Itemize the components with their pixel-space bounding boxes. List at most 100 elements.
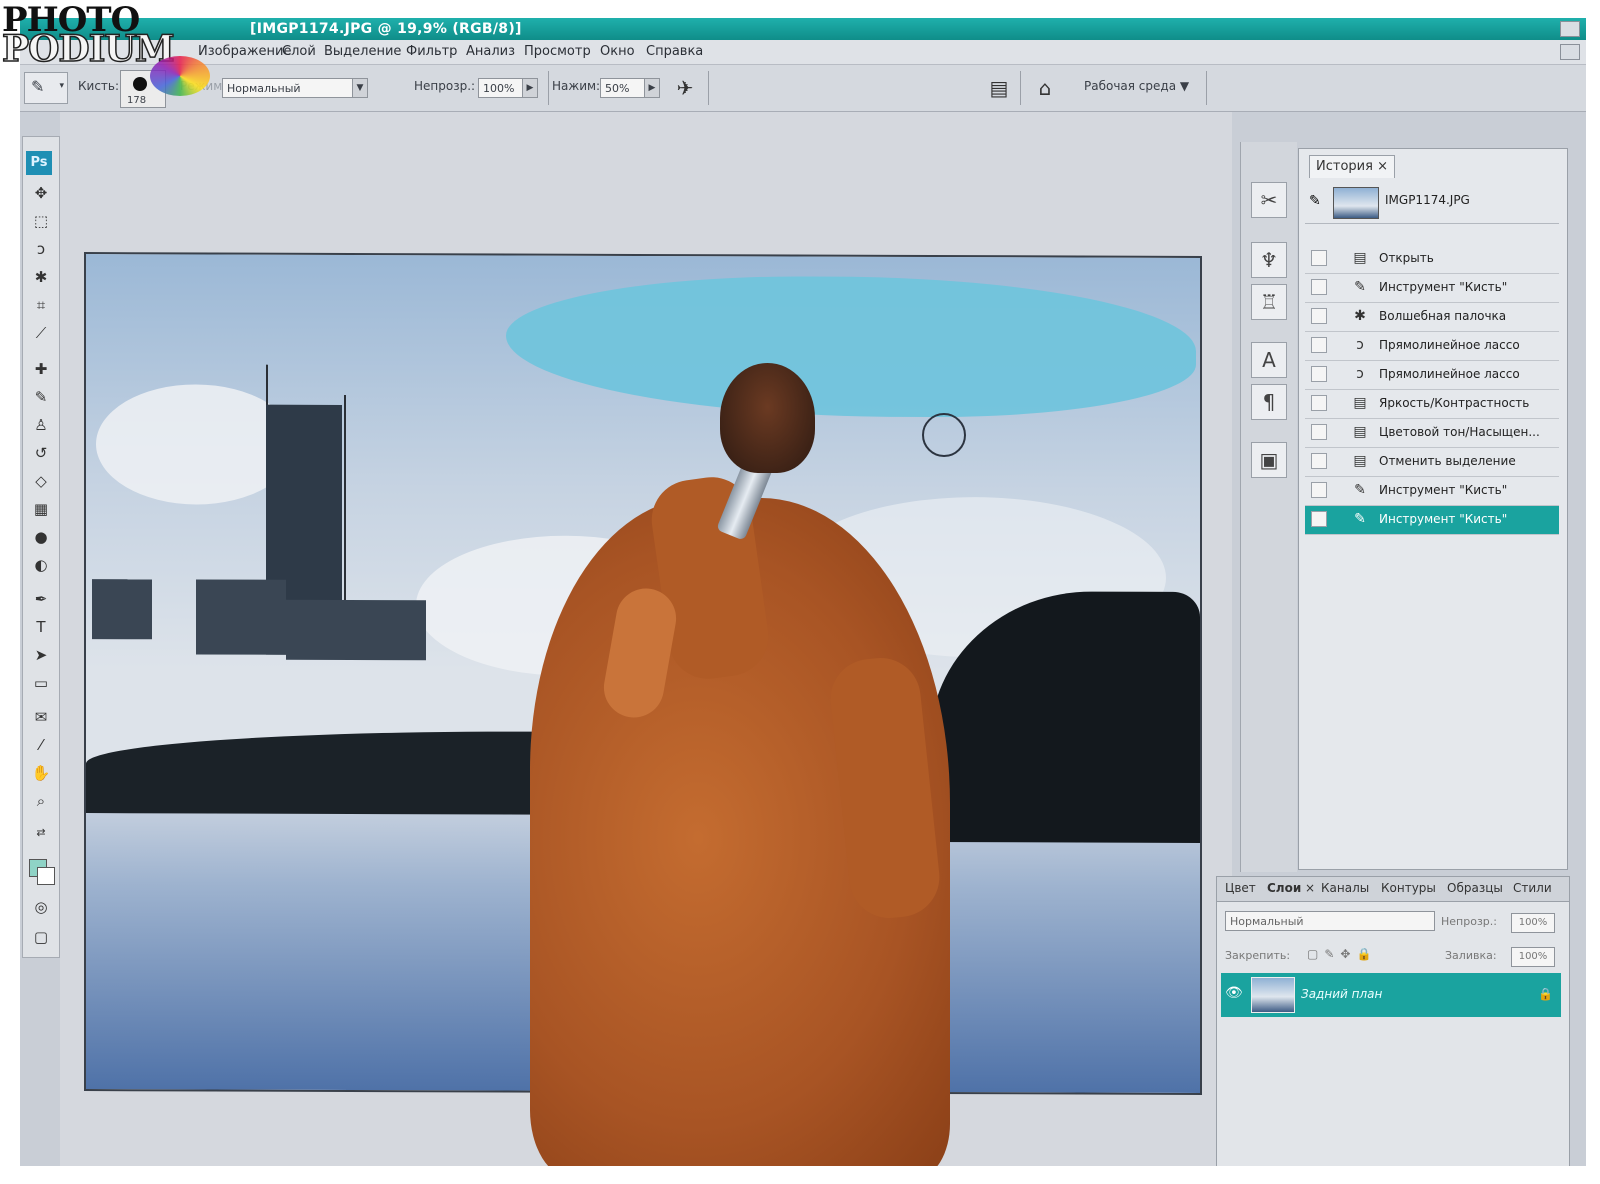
lasso-tool-icon[interactable]: ↄ	[29, 237, 53, 261]
background-color-swatch[interactable]	[37, 867, 55, 885]
swap-colors-icon[interactable]: ⇄	[29, 821, 53, 845]
tab-channels[interactable]: Каналы	[1321, 881, 1369, 895]
notes-tool-icon[interactable]: ✉	[29, 705, 53, 729]
history-row-label: Инструмент "Кисть"	[1379, 512, 1508, 526]
hand-tool-icon[interactable]: ✋	[29, 761, 53, 785]
menu-layer[interactable]: Слой	[282, 44, 316, 59]
character-icon[interactable]: A	[1251, 342, 1287, 378]
photoshop-window: [IMGP1174.JPG @ 19,9% (RGB/8)] Изображен…	[20, 18, 1586, 1166]
opacity-value: 100%	[483, 82, 515, 95]
history-source-checkbox[interactable]	[1311, 366, 1327, 382]
history-tab[interactable]: История ×	[1309, 155, 1395, 178]
tab-swatches[interactable]: Образцы	[1447, 881, 1503, 895]
history-source-checkbox[interactable]	[1311, 250, 1327, 266]
history-source-checkbox[interactable]	[1311, 453, 1327, 469]
history-source-checkbox[interactable]	[1311, 279, 1327, 295]
separator	[1206, 71, 1207, 105]
history-source-checkbox[interactable]	[1311, 424, 1327, 440]
gradient-tool-icon[interactable]: ▦	[29, 497, 53, 521]
history-row[interactable]: ✎ Инструмент "Кисть"	[1305, 506, 1559, 535]
workspace-menu[interactable]: Рабочая среда ▼	[1084, 79, 1189, 93]
brush-icon: ✎	[1354, 511, 1366, 527]
history-row[interactable]: ▤ Яркость/Контрастность	[1305, 390, 1559, 419]
history-source-checkbox[interactable]	[1311, 482, 1327, 498]
move-tool-icon[interactable]: ✥	[29, 181, 53, 205]
mode-select[interactable]: Нормальный ▼	[222, 78, 368, 98]
healing-brush-tool-icon[interactable]: ✚	[29, 357, 53, 381]
paragraph-icon[interactable]: ¶	[1251, 384, 1287, 420]
history-source-checkbox[interactable]	[1311, 511, 1327, 527]
history-row[interactable]: ↄ Прямолинейное лассо	[1305, 332, 1559, 361]
pen-tool-icon[interactable]: ✒	[29, 587, 53, 611]
fill-field[interactable]: 100%	[1511, 947, 1555, 967]
menu-help[interactable]: Справка	[646, 44, 703, 59]
history-brush-tool-icon[interactable]: ↺	[29, 441, 53, 465]
menu-window[interactable]: Окно	[600, 44, 635, 59]
document-icon: ▤	[1353, 250, 1367, 266]
history-row[interactable]: ✎ Инструмент "Кисть"	[1305, 477, 1559, 506]
bridge-icon[interactable]: ⌂	[1030, 73, 1060, 103]
brushes-icon[interactable]: ♆	[1251, 242, 1287, 278]
close-icon[interactable]: ×	[1305, 881, 1315, 895]
blend-mode-select[interactable]: Нормальный	[1225, 911, 1435, 931]
slice-tool-icon[interactable]: ⟋	[29, 321, 53, 345]
document-icon: ▤	[1353, 424, 1367, 440]
document-restore-button[interactable]	[1560, 44, 1580, 60]
menu-view[interactable]: Просмотр	[524, 44, 591, 59]
clone-stamp-tool-icon[interactable]: ♙	[29, 413, 53, 437]
tab-layers[interactable]: Слои	[1267, 881, 1301, 895]
menu-filter[interactable]: Фильтр	[406, 44, 457, 59]
lasso-icon: ↄ	[1356, 366, 1364, 382]
menu-select[interactable]: Выделение	[324, 44, 401, 59]
tool-presets-icon[interactable]: ✂	[1251, 182, 1287, 218]
photo-building	[196, 579, 286, 655]
lasso-icon: ↄ	[1356, 337, 1364, 353]
snapshot-brush-icon: ✎	[1309, 193, 1321, 209]
history-row[interactable]: ✱ Волшебная палочка	[1305, 303, 1559, 332]
history-source-checkbox[interactable]	[1311, 337, 1327, 353]
history-source-checkbox[interactable]	[1311, 308, 1327, 324]
brush-tool-icon[interactable]: ✎	[29, 385, 53, 409]
magic-wand-tool-icon[interactable]: ✱	[29, 265, 53, 289]
history-source-checkbox[interactable]	[1311, 395, 1327, 411]
crop-tool-icon[interactable]: ⌗	[29, 293, 53, 317]
clone-source-icon[interactable]: ♖	[1251, 284, 1287, 320]
opacity-field[interactable]: 100% ▶	[478, 78, 538, 98]
layer-comps-icon[interactable]: ▣	[1251, 442, 1287, 478]
history-row[interactable]: ▤ Открыть	[1305, 245, 1559, 274]
history-row[interactable]: ✎ Инструмент "Кисть"	[1305, 274, 1559, 303]
shape-tool-icon[interactable]: ▭	[29, 671, 53, 695]
dodge-tool-icon[interactable]: ◐	[29, 553, 53, 577]
blur-tool-icon[interactable]: ●	[29, 525, 53, 549]
palette-well-icon[interactable]: ▤	[984, 73, 1014, 103]
blend-mode-value: Нормальный	[1230, 915, 1304, 928]
eye-icon[interactable]: 👁	[1225, 985, 1243, 1001]
eraser-tool-icon[interactable]: ◇	[29, 469, 53, 493]
close-icon[interactable]: ×	[1377, 159, 1388, 174]
window-minimize-button[interactable]	[1560, 21, 1580, 37]
layer-opacity-field[interactable]: 100%	[1511, 913, 1555, 933]
layer-row-background[interactable]: 👁 Задний план 🔒	[1221, 973, 1561, 1017]
photo-building	[286, 599, 426, 661]
flow-field[interactable]: 50% ▶	[600, 78, 660, 98]
zoom-tool-icon[interactable]: ⌕	[29, 789, 53, 813]
screen-mode-icon[interactable]: ▢	[29, 925, 53, 949]
menu-analysis[interactable]: Анализ	[466, 44, 515, 59]
tab-styles[interactable]: Стили	[1513, 881, 1552, 895]
history-row[interactable]: ▤ Отменить выделение	[1305, 448, 1559, 477]
history-snapshot[interactable]: ✎ IMGP1174.JPG	[1305, 183, 1559, 224]
history-row[interactable]: ▤ Цветовой тон/Насыщен...	[1305, 419, 1559, 448]
path-selection-tool-icon[interactable]: ➤	[29, 643, 53, 667]
tab-color[interactable]: Цвет	[1225, 881, 1256, 895]
layer-opacity-label: Непрозр.:	[1441, 915, 1497, 928]
airbrush-icon[interactable]: ✈	[670, 73, 700, 103]
eyedropper-tool-icon[interactable]: ⁄	[29, 733, 53, 757]
marquee-tool-icon[interactable]: ⬚	[29, 209, 53, 233]
history-row-label: Инструмент "Кисть"	[1379, 280, 1508, 294]
history-row[interactable]: ↄ Прямолинейное лассо	[1305, 361, 1559, 390]
chevron-right-icon: ▶	[522, 79, 537, 97]
quick-mask-icon[interactable]: ◎	[29, 895, 53, 919]
tab-paths[interactable]: Контуры	[1381, 881, 1436, 895]
lock-icons[interactable]: ▢✎✥🔒	[1307, 947, 1377, 961]
type-tool-icon[interactable]: T	[29, 615, 53, 639]
